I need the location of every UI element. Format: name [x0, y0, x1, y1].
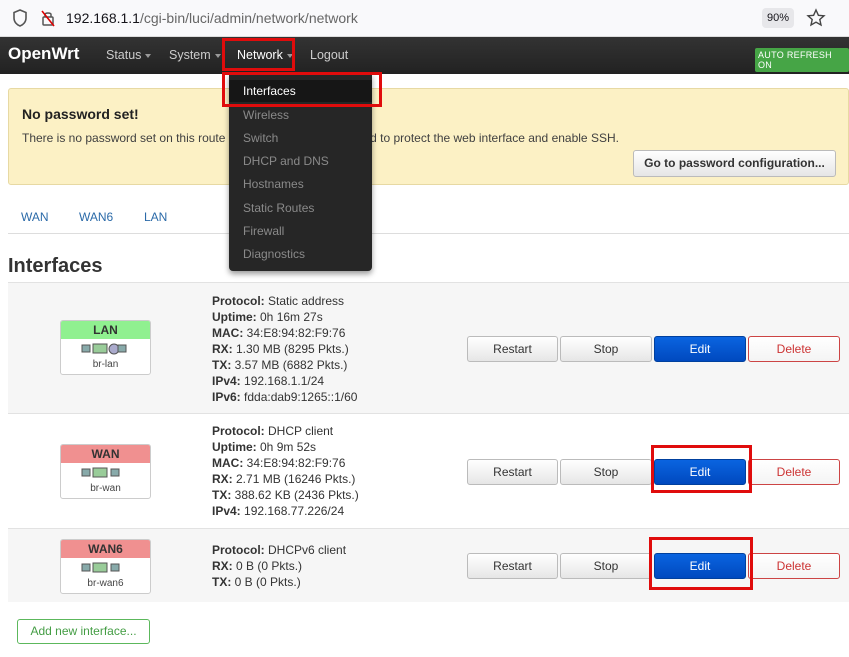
edit-button[interactable]: Edit: [654, 336, 746, 362]
menu-item-switch[interactable]: Switch: [243, 131, 278, 145]
tab-wan6[interactable]: WAN6: [79, 210, 113, 224]
chevron-down-icon: [214, 53, 221, 58]
interface-name: LAN: [61, 321, 150, 339]
insecure-lock-icon[interactable]: [40, 9, 56, 27]
edit-button[interactable]: Edit: [654, 459, 746, 485]
device-name: br-lan: [92, 359, 119, 370]
info-rx: RX: 2.71 MB (16246 Pkts.): [212, 472, 356, 486]
nav-system-label: System: [169, 48, 211, 62]
tab-wan[interactable]: WAN: [21, 210, 49, 224]
nav-system[interactable]: System: [169, 48, 221, 62]
delete-button[interactable]: Delete: [748, 459, 840, 485]
ethernet-port-icon: [81, 467, 119, 478]
info-ipv4: IPv4: 192.168.77.226/24: [212, 504, 345, 518]
stop-button[interactable]: Stop: [560, 336, 652, 362]
info-protocol: Protocol: Static address: [212, 294, 345, 308]
restart-button[interactable]: Restart: [467, 553, 558, 579]
interface-badge-wan6: WAN6 br-wan6: [60, 539, 151, 594]
info-uptime: Uptime: 0h 16m 27s: [212, 310, 323, 324]
browser-url-bar: 192.168.1.1/cgi-bin/luci/admin/network/n…: [0, 0, 849, 37]
ethernet-port-icon: [81, 562, 119, 573]
page-title: Interfaces: [8, 255, 103, 277]
no-password-alert: No password set! There is no password se…: [8, 88, 849, 185]
chevron-down-icon: [286, 53, 293, 58]
interface-info: Protocol: DHCP client Uptime: 0h 9m 52s …: [212, 423, 359, 519]
alert-text-start: There is no password set on this route: [22, 131, 226, 145]
interface-badge-wan: WAN br-wan: [60, 444, 151, 499]
top-navbar: OpenWrt Status System Network Logout AUT…: [0, 37, 849, 74]
interface-name: WAN: [61, 445, 150, 463]
info-mac: MAC: 34:E8:94:82:F9:76: [212, 326, 346, 340]
nav-network[interactable]: Network: [237, 48, 293, 62]
password-config-button[interactable]: Go to password configuration...: [633, 150, 836, 177]
info-ipv6: IPv6: fdda:dab9:1265::1/60: [212, 390, 358, 404]
url-host: 192.168.1.1: [66, 10, 140, 26]
delete-button[interactable]: Delete: [748, 553, 840, 579]
alert-title: No password set!: [22, 106, 139, 122]
restart-button[interactable]: Restart: [467, 336, 558, 362]
info-mac: MAC: 34:E8:94:82:F9:76: [212, 456, 346, 470]
menu-item-dhcp-dns[interactable]: DHCP and DNS: [243, 154, 329, 168]
nav-status-label: Status: [106, 48, 142, 62]
auto-refresh-badge[interactable]: AUTO REFRESH ON: [755, 48, 849, 72]
nav-status[interactable]: Status: [106, 48, 152, 62]
info-tx: TX: 3.57 MB (6882 Pkts.): [212, 358, 348, 372]
menu-item-interfaces[interactable]: Interfaces: [243, 84, 296, 98]
add-interface-button[interactable]: Add new interface...: [17, 619, 150, 644]
menu-item-firewall[interactable]: Firewall: [243, 224, 284, 238]
interface-row-wan6: WAN6 br-wan6 Protocol: DHCPv6 client RX:…: [8, 528, 849, 602]
network-dropdown-menu: Interfaces Wireless Switch DHCP and DNS …: [229, 74, 372, 271]
info-tx: TX: 0 B (0 Pkts.): [212, 575, 301, 589]
network-device-icons: [61, 561, 150, 577]
info-tx: TX: 388.62 KB (2436 Pkts.): [212, 488, 359, 502]
delete-button[interactable]: Delete: [748, 336, 840, 362]
device-name: br-wan: [90, 483, 121, 494]
stop-button[interactable]: Stop: [560, 553, 652, 579]
nav-logout-label: Logout: [310, 48, 349, 62]
info-rx: RX: 0 B (0 Pkts.): [212, 559, 303, 573]
stop-button[interactable]: Stop: [560, 459, 652, 485]
interface-row-lan: LAN br-lan Protocol: Static address Upti…: [8, 282, 849, 413]
interface-name: WAN6: [61, 540, 150, 558]
menu-item-static-routes[interactable]: Static Routes: [243, 201, 314, 215]
interface-row-wan: WAN br-wan Protocol: DHCP client Uptime:…: [8, 413, 849, 528]
device-name: br-wan6: [87, 578, 124, 589]
nav-network-label: Network: [237, 48, 283, 62]
menu-item-diagnostics[interactable]: Diagnostics: [243, 247, 305, 261]
menu-item-hostnames[interactable]: Hostnames: [243, 177, 304, 191]
tab-lan[interactable]: LAN: [144, 210, 167, 224]
info-uptime: Uptime: 0h 9m 52s: [212, 440, 317, 454]
info-protocol: Protocol: DHCPv6 client: [212, 543, 347, 557]
brand-logo[interactable]: OpenWrt: [8, 44, 79, 64]
interface-tabs: WAN WAN6 LAN: [8, 202, 849, 234]
info-ipv4: IPv4: 192.168.1.1/24: [212, 374, 325, 388]
url-path: /cgi-bin/luci/admin/network/network: [139, 10, 358, 26]
interface-info: Protocol: DHCPv6 client RX: 0 B (0 Pkts.…: [212, 542, 346, 590]
ethernet-port-icon: [81, 343, 126, 355]
bookmark-star-icon[interactable]: [806, 8, 826, 28]
network-device-icons: [61, 466, 150, 482]
info-rx: RX: 1.30 MB (8295 Pkts.): [212, 342, 349, 356]
zoom-level[interactable]: 90%: [762, 8, 794, 28]
url-field[interactable]: 192.168.1.1/cgi-bin/luci/admin/network/n…: [66, 10, 358, 26]
shield-icon[interactable]: [12, 9, 28, 27]
edit-button[interactable]: Edit: [654, 553, 746, 579]
info-protocol: Protocol: DHCP client: [212, 424, 334, 438]
interface-info: Protocol: Static address Uptime: 0h 16m …: [212, 293, 357, 405]
network-device-icons: [61, 342, 150, 358]
restart-button[interactable]: Restart: [467, 459, 558, 485]
menu-item-wireless[interactable]: Wireless: [243, 108, 289, 122]
interface-badge-lan: LAN br-lan: [60, 320, 151, 375]
chevron-down-icon: [145, 53, 152, 58]
nav-logout[interactable]: Logout: [310, 48, 348, 62]
